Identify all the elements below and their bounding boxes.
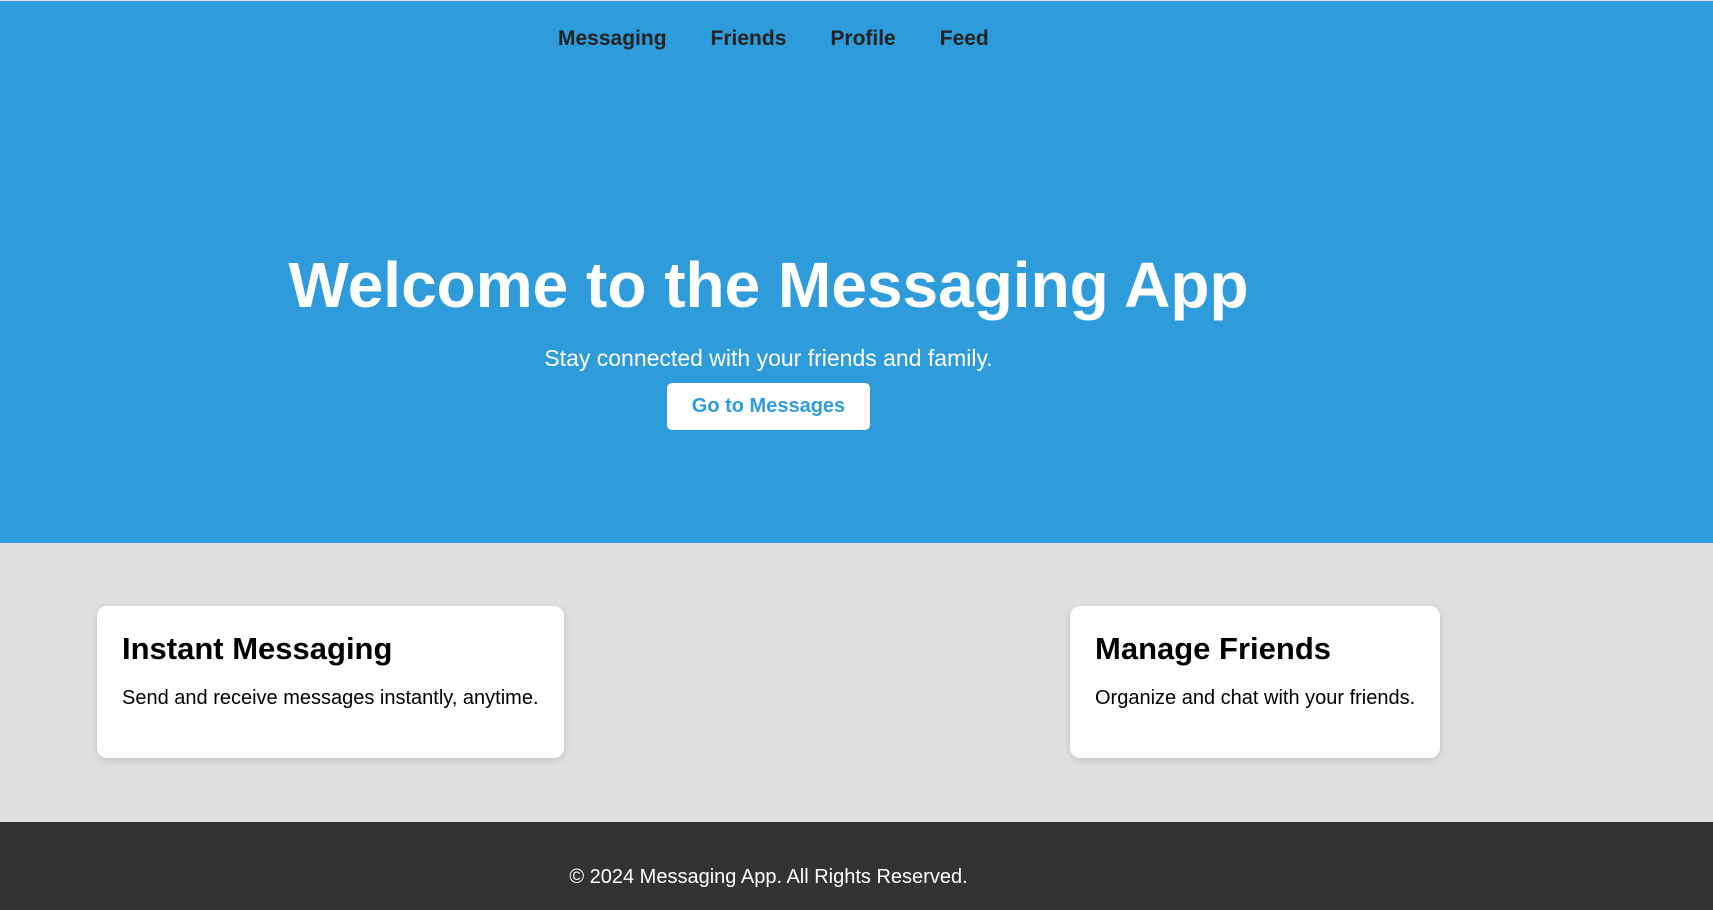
feature-card-title: Instant Messaging [122, 631, 393, 666]
feature-card-text: Organize and chat with your friends. [1095, 687, 1416, 709]
footer: © 2024 Messaging App. All Rights Reserve… [0, 822, 1713, 910]
main-nav: Messaging Friends Profile Feed [558, 25, 989, 53]
nav-link-profile[interactable]: Profile [830, 25, 895, 53]
feature-card-title: Manage Friends [1095, 631, 1331, 666]
hero-section: Messaging Friends Profile Feed Welcome t… [0, 1, 1713, 543]
feature-card-manage-friends: Manage Friends Organize and chat with yo… [1070, 606, 1440, 758]
go-to-messages-button[interactable]: Go to Messages [667, 383, 870, 430]
hero-title: Welcome to the Messaging App [288, 249, 1249, 321]
feature-card-text: Send and receive messages instantly, any… [122, 687, 539, 709]
nav-link-feed[interactable]: Feed [940, 25, 989, 53]
nav-link-friends[interactable]: Friends [711, 25, 787, 53]
hero-subtitle: Stay connected with your friends and fam… [544, 345, 993, 371]
nav-link-messaging[interactable]: Messaging [558, 25, 667, 53]
footer-copyright: © 2024 Messaging App. All Rights Reserve… [569, 866, 968, 888]
page: Messaging Friends Profile Feed Welcome t… [0, 0, 1713, 910]
feature-card-instant-messaging: Instant Messaging Send and receive messa… [97, 606, 564, 758]
